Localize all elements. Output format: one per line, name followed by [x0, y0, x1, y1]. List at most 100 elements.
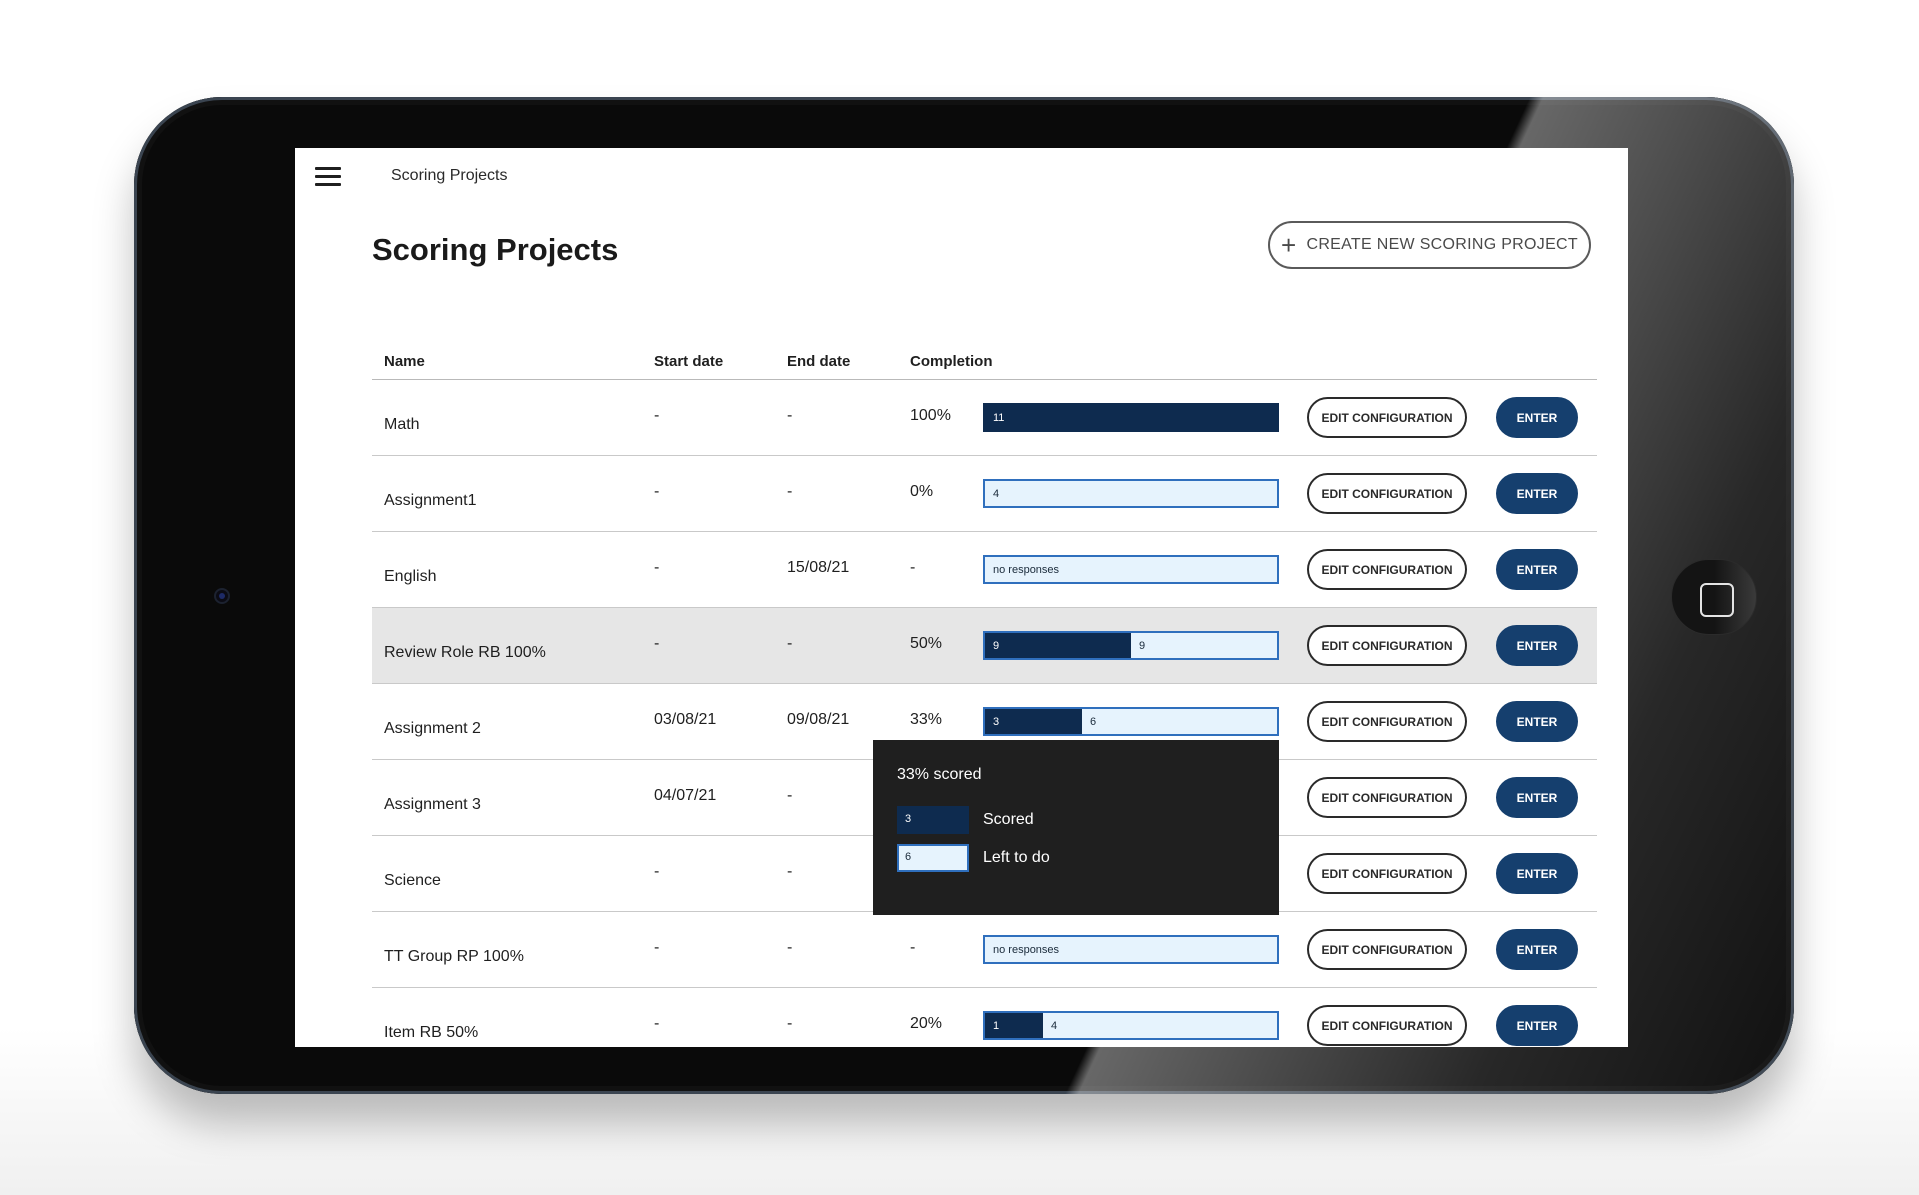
start-date: -: [654, 635, 660, 652]
scored-count: 1: [993, 1020, 1000, 1032]
completion-percent: 33%: [910, 711, 943, 728]
scoring-projects-table: Name Start date End date Completion Math…: [372, 338, 1597, 1047]
start-date: 03/08/21: [654, 711, 717, 728]
project-name: Assignment 2: [384, 720, 481, 737]
create-new-scoring-project-button[interactable]: + CREATE NEW SCORING PROJECT: [1268, 221, 1591, 269]
completion-bar-scored-fill: [985, 633, 1131, 658]
completion-bar[interactable]: 3 6: [983, 707, 1279, 736]
enter-button[interactable]: ENTER: [1496, 777, 1578, 818]
edit-configuration-button[interactable]: EDIT CONFIGURATION: [1307, 929, 1467, 970]
completion-percent: 20%: [910, 1015, 943, 1032]
topbar-title: Scoring Projects: [391, 167, 508, 184]
completion-percent: 50%: [910, 635, 943, 652]
project-name: TT Group RP 100%: [384, 948, 524, 965]
edit-configuration-button[interactable]: EDIT CONFIGURATION: [1307, 549, 1467, 590]
start-date: -: [654, 1015, 660, 1032]
completion-bar[interactable]: no responses: [983, 935, 1279, 964]
enter-button[interactable]: ENTER: [1496, 853, 1578, 894]
project-name: Math: [384, 416, 420, 433]
completion-bar[interactable]: no responses: [983, 555, 1279, 584]
legend-scored: 3 Scored: [897, 806, 1255, 834]
legend-left-to-do: 6 Left to do: [897, 844, 1255, 872]
start-date: -: [654, 483, 660, 500]
table-row: TT Group RP 100% - - - no responses EDIT…: [372, 912, 1597, 988]
enter-button[interactable]: ENTER: [1496, 929, 1578, 970]
completion-percent: -: [910, 559, 916, 576]
table-row: English - 15/08/21 - no responses EDIT C…: [372, 532, 1597, 608]
scored-count: 11: [993, 412, 1005, 424]
start-date: -: [654, 559, 660, 576]
camera-icon: [214, 588, 230, 604]
table-row: Item RB 50% - - 20% 1 4 EDIT CONFIGURATI…: [372, 988, 1597, 1047]
edit-configuration-button[interactable]: EDIT CONFIGURATION: [1307, 777, 1467, 818]
enter-button[interactable]: ENTER: [1496, 549, 1578, 590]
project-name: Science: [384, 872, 441, 889]
table-row: Review Role RB 100% - - 50% 9 9 EDIT CON…: [372, 608, 1597, 684]
edit-configuration-button[interactable]: EDIT CONFIGURATION: [1307, 625, 1467, 666]
edit-configuration-button[interactable]: EDIT CONFIGURATION: [1307, 701, 1467, 742]
column-header-completion: Completion: [910, 353, 993, 370]
table-row: Assignment1 - - 0% 4 EDIT CONFIGURATION …: [372, 456, 1597, 532]
start-date: -: [654, 939, 660, 956]
end-date: 15/08/21: [787, 559, 850, 576]
completion-bar[interactable]: 1 4: [983, 1011, 1279, 1040]
left-to-do-count: 4: [993, 488, 1000, 500]
left-to-do-count: 9: [1139, 640, 1146, 652]
start-date: -: [654, 407, 660, 424]
enter-button[interactable]: ENTER: [1496, 397, 1578, 438]
home-button[interactable]: [1671, 559, 1757, 635]
table-row: Math - - 100% 11 EDIT CONFIGURATION ENTE…: [372, 380, 1597, 456]
left-to-do-label: Left to do: [983, 849, 1050, 866]
column-header-end-date: End date: [787, 353, 851, 370]
enter-button[interactable]: ENTER: [1496, 625, 1578, 666]
column-header-start-date: Start date: [654, 353, 724, 370]
edit-configuration-button[interactable]: EDIT CONFIGURATION: [1307, 397, 1467, 438]
left-to-do-count: 6: [1090, 716, 1097, 728]
table-header: Name Start date End date Completion: [372, 338, 1597, 380]
plus-icon: +: [1280, 230, 1297, 260]
completion-bar-scored-fill: [985, 405, 1277, 430]
end-date: -: [787, 1015, 793, 1032]
end-date: 09/08/21: [787, 711, 850, 728]
enter-button[interactable]: ENTER: [1496, 701, 1578, 742]
project-name: Review Role RB 100%: [384, 644, 546, 661]
completion-percent: -: [910, 939, 916, 956]
end-date: -: [787, 787, 793, 804]
end-date: -: [787, 635, 793, 652]
start-date: 04/07/21: [654, 787, 717, 804]
page-title: Scoring Projects: [372, 232, 619, 267]
edit-configuration-button[interactable]: EDIT CONFIGURATION: [1307, 1005, 1467, 1046]
scored-swatch: 3: [897, 806, 969, 834]
menu-icon[interactable]: [315, 167, 341, 187]
completion-bar[interactable]: 9 9: [983, 631, 1279, 660]
enter-button[interactable]: ENTER: [1496, 473, 1578, 514]
project-name: Assignment 3: [384, 796, 481, 813]
edit-configuration-button[interactable]: EDIT CONFIGURATION: [1307, 853, 1467, 894]
completion-percent: 100%: [910, 407, 951, 424]
completion-percent: 0%: [910, 483, 934, 500]
enter-button[interactable]: ENTER: [1496, 1005, 1578, 1046]
no-responses-text: no responses: [993, 944, 1060, 956]
scored-count: 3: [993, 716, 1000, 728]
edit-configuration-button[interactable]: EDIT CONFIGURATION: [1307, 473, 1467, 514]
completion-bar[interactable]: 11: [983, 403, 1279, 432]
completion-bar-scored-fill: [985, 709, 1082, 734]
left-to-do-swatch: 6: [897, 844, 969, 872]
tooltip-title: 33% scored: [897, 766, 982, 783]
end-date: -: [787, 939, 793, 956]
end-date: -: [787, 483, 793, 500]
project-name: English: [384, 568, 437, 585]
left-to-do-count: 4: [1051, 1020, 1058, 1032]
end-date: -: [787, 863, 793, 880]
start-date: -: [654, 863, 660, 880]
no-responses-text: no responses: [993, 564, 1060, 576]
scored-label: Scored: [983, 811, 1034, 828]
completion-tooltip: 33% scored 3 Scored 6 Left to do: [873, 740, 1279, 915]
project-name: Assignment1: [384, 492, 477, 509]
completion-bar[interactable]: 4: [983, 479, 1279, 508]
project-name: Item RB 50%: [384, 1024, 479, 1041]
app-screen: Scoring Projects Scoring Projects + CREA…: [295, 148, 1628, 1047]
create-button-label: CREATE NEW SCORING PROJECT: [1306, 236, 1578, 253]
column-header-name: Name: [384, 353, 425, 370]
scored-count: 9: [993, 640, 1000, 652]
